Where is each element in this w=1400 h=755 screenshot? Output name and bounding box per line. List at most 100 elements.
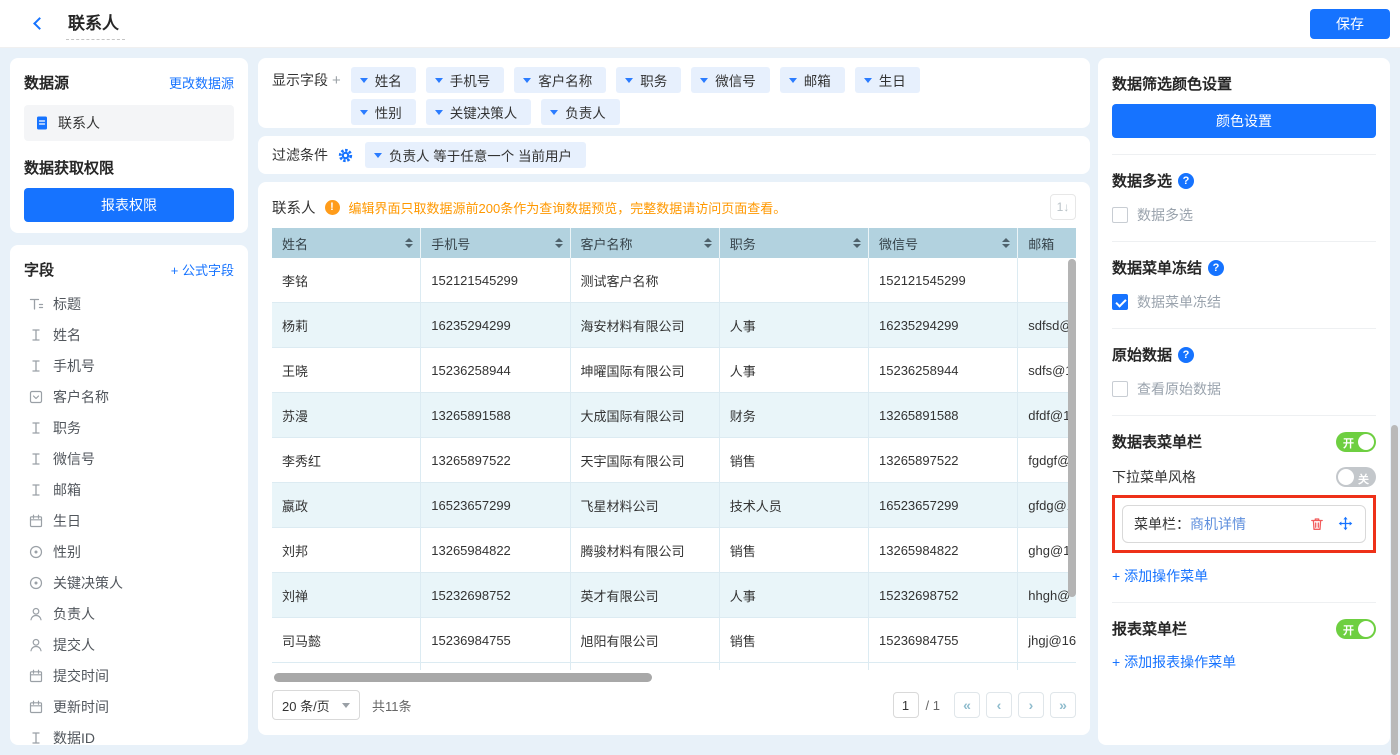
raw-data-title: 原始数据 — [1112, 344, 1172, 365]
sort-icon[interactable] — [853, 238, 861, 248]
next-page-button[interactable]: › — [1018, 692, 1044, 718]
menu-freeze-checkbox[interactable] — [1112, 294, 1128, 310]
display-field-chip[interactable]: 邮箱 — [780, 67, 845, 93]
dropdown-style-toggle[interactable]: 关 — [1336, 467, 1376, 487]
field-item[interactable]: 生日 — [24, 505, 234, 536]
field-item[interactable]: 微信号 — [24, 443, 234, 474]
add-action-menu-link[interactable]: + 添加操作菜单 — [1112, 566, 1376, 586]
sort-icon[interactable] — [704, 238, 712, 248]
save-button[interactable]: 保存 — [1310, 9, 1390, 39]
table-row[interactable]: 司马懿15236984755旭阳有限公司销售15236984755jhgj@16 — [272, 618, 1076, 663]
table-horizontal-scrollbar[interactable] — [274, 673, 652, 682]
table-cell: 销售 — [720, 618, 869, 662]
help-icon[interactable] — [1208, 260, 1224, 276]
display-field-chip[interactable]: 姓名 — [351, 67, 416, 93]
table-cell — [272, 663, 421, 670]
field-item[interactable]: 性别 — [24, 536, 234, 567]
menu-freeze-checkbox-row[interactable]: 数据菜单冻结 — [1112, 292, 1376, 312]
field-item[interactable]: 提交时间 — [24, 660, 234, 691]
table-row[interactable]: 嬴政16523657299飞星材料公司技术人员16523657299gfdg@1 — [272, 483, 1076, 528]
move-icon[interactable] — [1338, 516, 1354, 532]
display-field-chip[interactable]: 微信号 — [691, 67, 770, 93]
table-vertical-scrollbar[interactable] — [1068, 259, 1076, 597]
help-icon[interactable] — [1178, 347, 1194, 363]
table-cell: 销售 — [720, 438, 869, 482]
add-display-field-icon[interactable]: + — [332, 72, 341, 89]
table-cell: 15236984755 — [421, 618, 570, 662]
table-cell — [720, 663, 869, 670]
table-cell: 15236984755 — [869, 618, 1018, 662]
column-header[interactable]: 手机号 — [421, 228, 570, 258]
display-field-chip[interactable]: 客户名称 — [514, 67, 606, 93]
page-size-select[interactable]: 20 条/页 — [272, 690, 360, 720]
table-row[interactable]: 刘邦13265984822腾骏材料有限公司销售13265984822ghg@16 — [272, 528, 1076, 573]
page-total: / 1 — [926, 698, 940, 713]
table-row[interactable]: 李秀红13265897522天宇国际有限公司销售13265897522fgdgf… — [272, 438, 1076, 483]
multi-select-section: 数据多选 数据多选 — [1112, 155, 1376, 242]
chip-label: 手机号 — [450, 70, 491, 90]
table-cell: 15236258944 — [421, 348, 570, 392]
sort-icon[interactable] — [555, 238, 563, 248]
table-cell: 嬴政 — [272, 483, 421, 527]
column-header[interactable]: 客户名称 — [571, 228, 720, 258]
change-datasource-link[interactable]: 更改数据源 — [169, 73, 234, 92]
column-header[interactable]: 邮箱 — [1018, 228, 1076, 258]
custom-sort-button[interactable]: 1↓ — [1050, 194, 1076, 220]
display-field-chip[interactable]: 负责人 — [541, 99, 620, 125]
table-cell: 销售 — [720, 528, 869, 572]
color-settings-button[interactable]: 颜色设置 — [1112, 104, 1376, 138]
display-field-chip[interactable]: 生日 — [855, 67, 920, 93]
table-row[interactable]: 杨莉16235294299海安材料有限公司人事16235294299sdfsd@ — [272, 303, 1076, 348]
display-field-chip[interactable]: 手机号 — [426, 67, 505, 93]
raw-data-checkbox-row[interactable]: 查看原始数据 — [1112, 379, 1376, 399]
field-item[interactable]: 邮箱 — [24, 474, 234, 505]
display-field-chip[interactable]: 职务 — [616, 67, 681, 93]
add-formula-field-link[interactable]: + 公式字段 — [171, 260, 234, 279]
back-button[interactable] — [30, 15, 48, 33]
menubar-item[interactable]: 菜单栏： 商机详情 — [1122, 505, 1366, 543]
table-row[interactable]: 王晓15236258944坤曜国际有限公司人事15236258944sdfs@1 — [272, 348, 1076, 393]
report-menubar-toggle[interactable]: 开 — [1336, 619, 1376, 639]
field-item[interactable]: 客户名称 — [24, 381, 234, 412]
field-item[interactable]: 标题 — [24, 288, 234, 319]
multi-select-checkbox[interactable] — [1112, 207, 1128, 223]
last-page-button[interactable]: » — [1050, 692, 1076, 718]
table-menubar-toggle[interactable]: 开 — [1336, 432, 1376, 452]
current-page-input[interactable]: 1 — [893, 692, 919, 718]
table-row[interactable]: 刘禅15232698752英才有限公司人事15232698752hhgh@ — [272, 573, 1076, 618]
sort-icon[interactable] — [1002, 238, 1010, 248]
add-report-action-menu-link[interactable]: + 添加报表操作菜单 — [1112, 652, 1376, 672]
column-header[interactable]: 微信号 — [869, 228, 1018, 258]
chevron-down-icon — [864, 78, 872, 83]
field-item[interactable]: 提交人 — [24, 629, 234, 660]
prev-page-button[interactable]: ‹ — [986, 692, 1012, 718]
report-permission-button[interactable]: 报表权限 — [24, 188, 234, 222]
field-item[interactable]: 更新时间 — [24, 691, 234, 722]
display-field-chip[interactable]: 性别 — [351, 99, 416, 125]
gear-icon[interactable] — [338, 148, 353, 163]
first-page-button[interactable]: « — [954, 692, 980, 718]
column-header[interactable]: 姓名 — [272, 228, 421, 258]
field-item-label: 性别 — [53, 542, 81, 562]
column-header[interactable]: 职务 — [720, 228, 869, 258]
datasource-item[interactable]: 联系人 — [24, 105, 234, 141]
filter-condition-chip[interactable]: 负责人 等于任意一个 当前用户 — [365, 142, 586, 168]
sort-icon[interactable] — [405, 238, 413, 248]
raw-data-checkbox[interactable] — [1112, 381, 1128, 397]
delete-icon[interactable] — [1309, 516, 1325, 532]
field-item[interactable]: 关键决策人 — [24, 567, 234, 598]
field-item[interactable]: 姓名 — [24, 319, 234, 350]
field-item[interactable]: 数据ID — [24, 722, 234, 745]
display-field-chip[interactable]: 关键决策人 — [426, 99, 532, 125]
page-vertical-scrollbar[interactable] — [1391, 425, 1398, 755]
field-item[interactable]: 职务 — [24, 412, 234, 443]
field-item[interactable]: 负责人 — [24, 598, 234, 629]
field-item[interactable]: 手机号 — [24, 350, 234, 381]
preview-table-card: 联系人 编辑界面只取数据源前200条作为查询数据预览，完整数据请访问页面查看。 … — [258, 182, 1090, 735]
multi-select-checkbox-row[interactable]: 数据多选 — [1112, 205, 1376, 225]
datasource-title: 数据源 — [24, 72, 69, 93]
table-row[interactable]: 李铭152121545299测试客户名称152121545299 — [272, 258, 1076, 303]
table-row[interactable]: 苏漫13265891588大成国际有限公司财务13265891588dfdf@1 — [272, 393, 1076, 438]
help-icon[interactable] — [1178, 173, 1194, 189]
text-icon — [28, 327, 44, 343]
